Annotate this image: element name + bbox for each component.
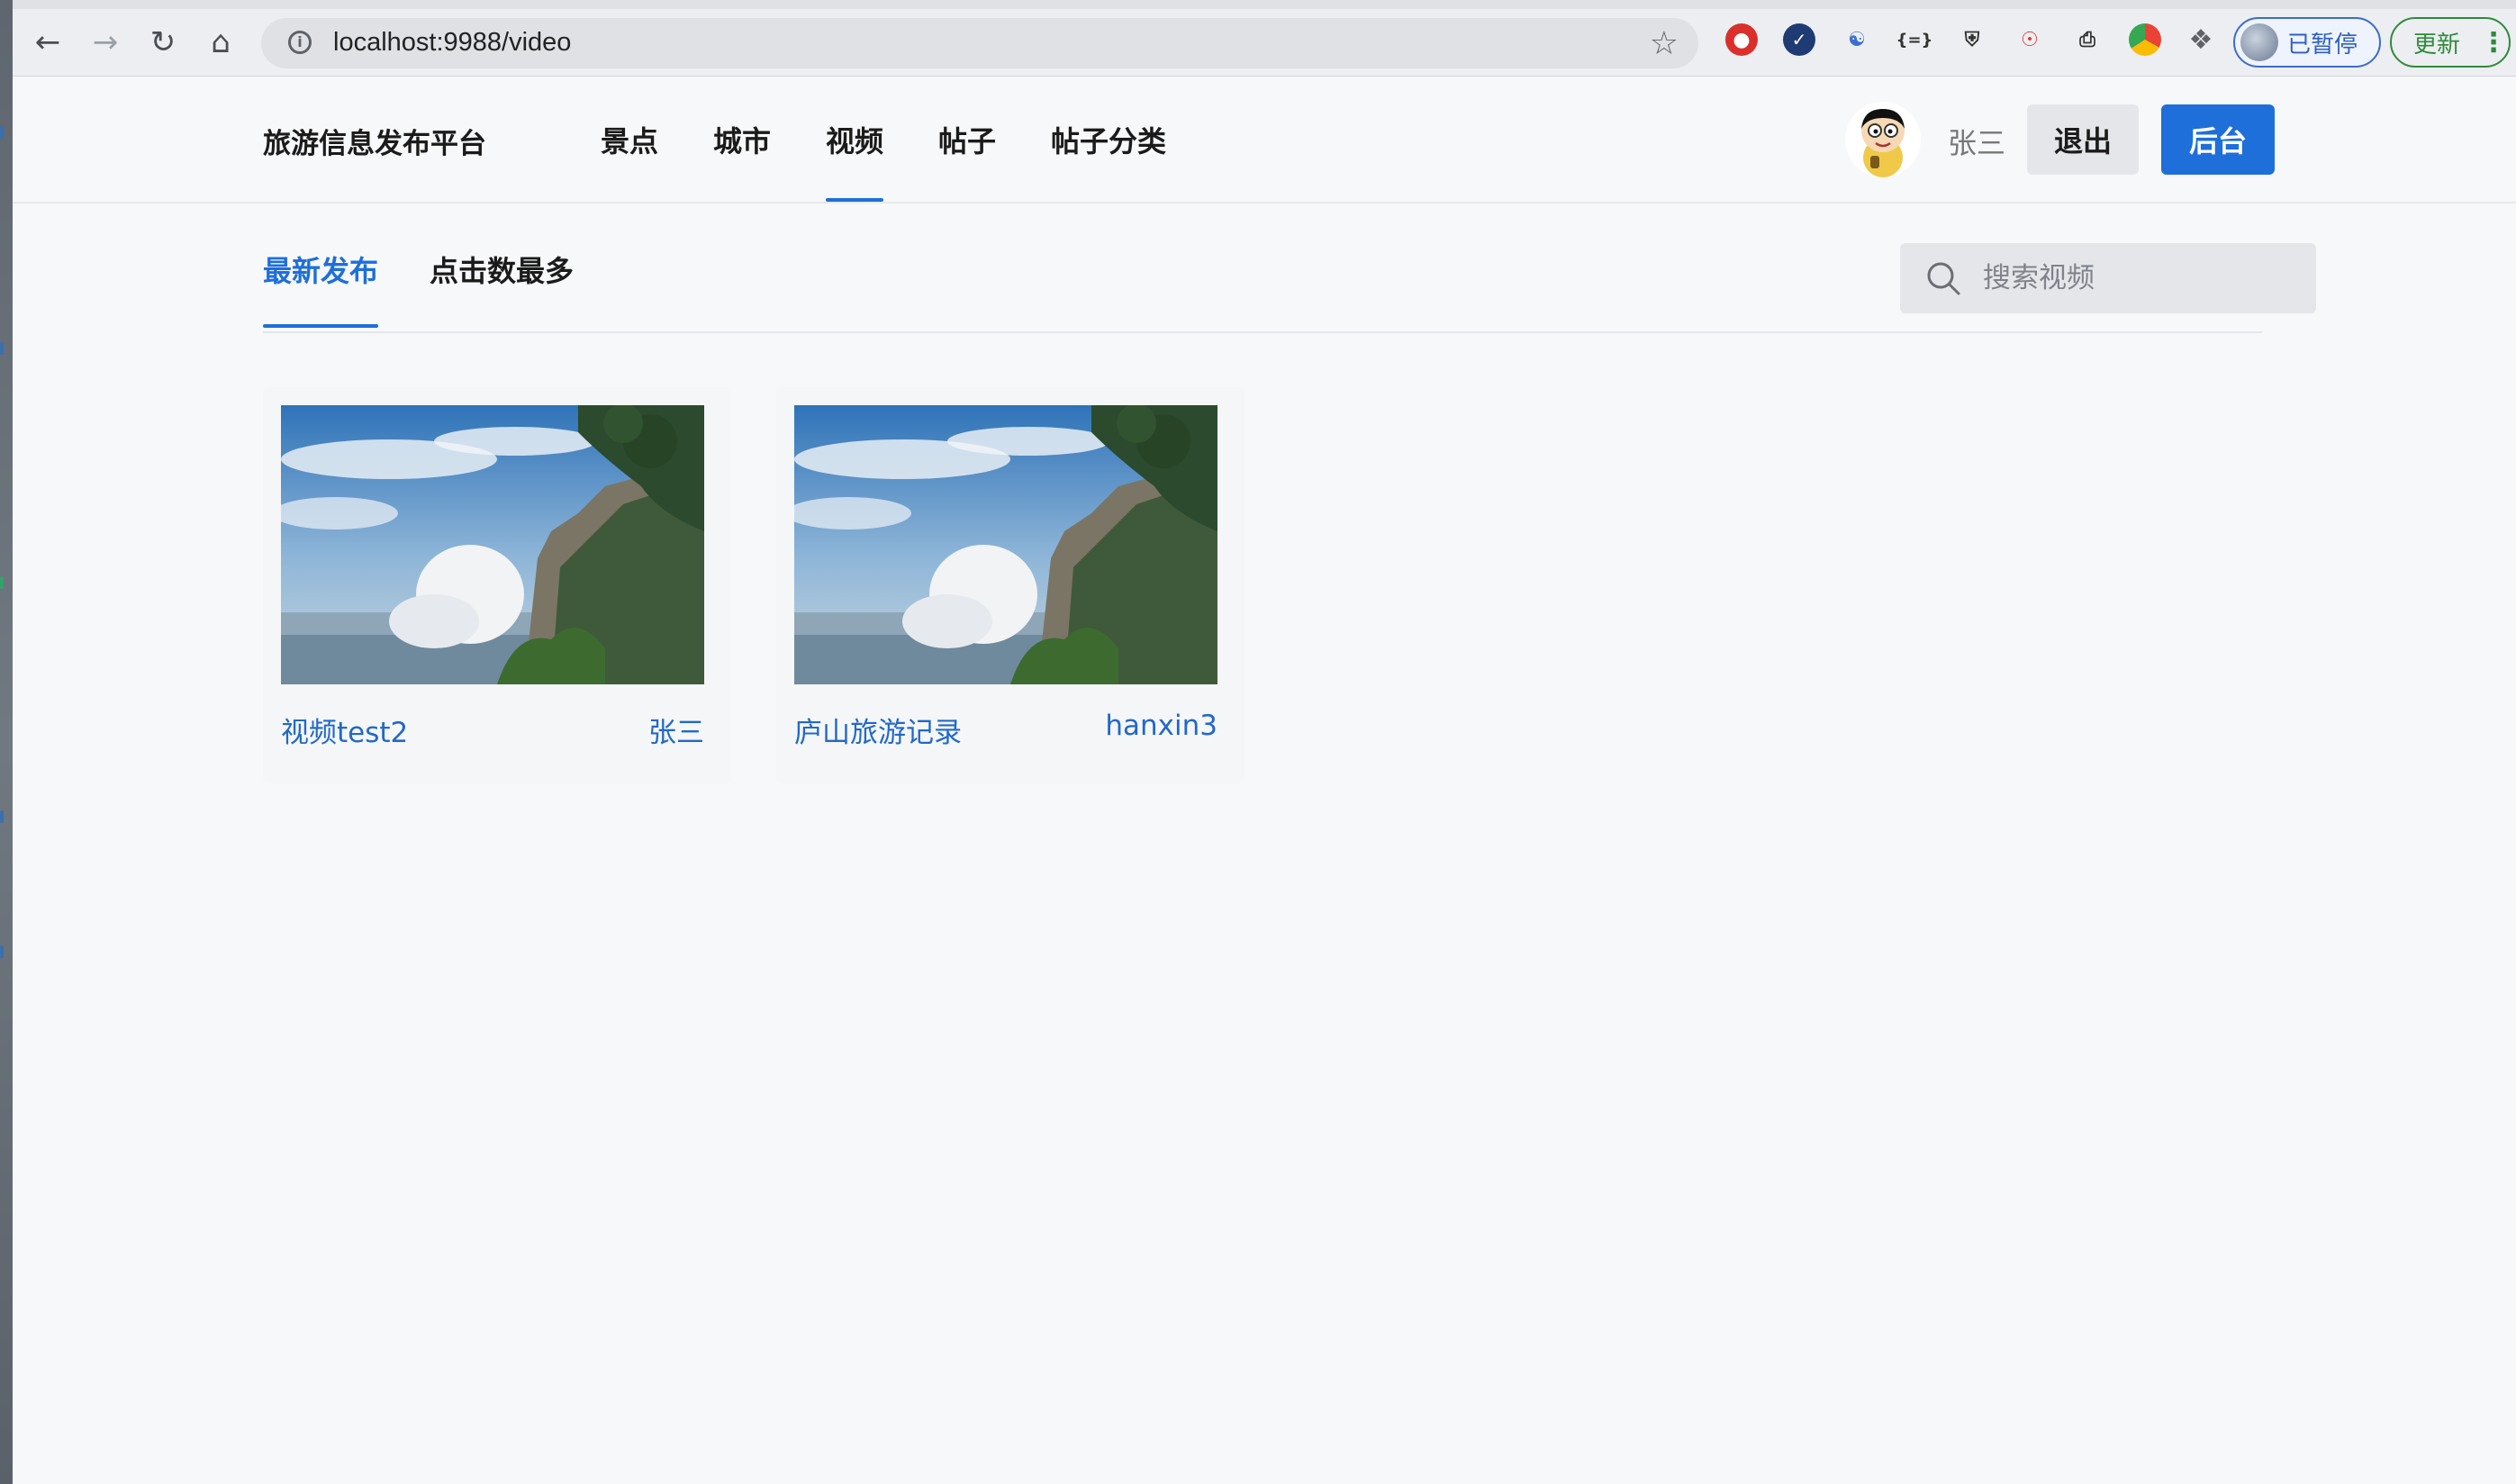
- profile-paused-label: 已暂停: [2287, 31, 2358, 59]
- update-label: 更新: [2413, 31, 2461, 59]
- update-button[interactable]: 更新 ⋮: [2390, 17, 2511, 68]
- nav-item-post-categories[interactable]: 帖子分类: [1051, 119, 1166, 160]
- search-icon: [1927, 262, 1960, 295]
- desktop-edge: [0, 0, 13, 1484]
- forward-icon[interactable]: →: [83, 20, 128, 65]
- browser-toolbar: ← → ↻ ⌂ i localhost:9988/video ☆ ● ✓ ☯ {…: [13, 0, 2516, 77]
- bookmark-star-icon[interactable]: ☆: [1650, 25, 1679, 62]
- video-thumbnail[interactable]: [794, 405, 1217, 684]
- nav-item-posts[interactable]: 帖子: [938, 119, 996, 160]
- video-card[interactable]: 视频test2 张三: [263, 387, 731, 783]
- sitemap-icon[interactable]: ☉: [2014, 23, 2046, 56]
- check-icon[interactable]: ✓: [1783, 23, 1815, 56]
- shield-icon[interactable]: ⛨: [1956, 23, 1988, 56]
- puzzle-icon[interactable]: ❖: [2185, 23, 2217, 56]
- video-author[interactable]: hanxin3: [1105, 710, 1217, 742]
- tabs-divider: [263, 331, 2262, 333]
- video-title[interactable]: 视频test2: [281, 710, 408, 750]
- search-input[interactable]: [1900, 243, 2316, 313]
- chrome-icon[interactable]: [2129, 23, 2161, 56]
- nav-item-cities[interactable]: 城市: [713, 119, 771, 160]
- nav-item-videos[interactable]: 视频: [826, 119, 884, 202]
- nav-item-spots[interactable]: 景点: [601, 119, 658, 160]
- back-icon[interactable]: ←: [25, 20, 70, 65]
- profile-avatar: [2240, 23, 2278, 61]
- brand-title[interactable]: 旅游信息发布平台: [263, 121, 486, 161]
- reload-icon[interactable]: ↻: [140, 20, 186, 65]
- ublock-icon[interactable]: ●: [1725, 23, 1758, 56]
- address-bar[interactable]: i localhost:9988/video ☆: [261, 18, 1698, 68]
- site-header: 旅游信息发布平台 景点 城市 视频 帖子 帖子分类 张三 退出 后台: [13, 77, 2516, 204]
- video-thumbnail[interactable]: [281, 405, 704, 684]
- video-title[interactable]: 庐山旅游记录: [794, 710, 962, 750]
- url-text: localhost:9988/video: [333, 28, 572, 57]
- video-card[interactable]: 庐山旅游记录 hanxin3: [776, 387, 1244, 783]
- more-menu-icon[interactable]: ⋮: [2480, 27, 2507, 59]
- home-icon[interactable]: ⌂: [198, 20, 243, 65]
- translate-icon[interactable]: ☯: [1841, 23, 1873, 56]
- logout-button[interactable]: 退出: [2027, 104, 2139, 175]
- profile-paused-button[interactable]: 已暂停: [2233, 17, 2381, 68]
- video-author[interactable]: 张三: [648, 710, 704, 750]
- tab-most-clicked[interactable]: 点击数最多: [430, 249, 574, 290]
- admin-button[interactable]: 后台: [2161, 104, 2275, 175]
- tab-latest[interactable]: 最新发布: [263, 249, 379, 328]
- username: 张三: [1948, 126, 2006, 160]
- site-info-icon[interactable]: i: [288, 31, 312, 54]
- json-icon[interactable]: {=}: [1896, 23, 1933, 56]
- avatar[interactable]: [1845, 102, 1921, 177]
- clipboard-icon[interactable]: ⎙: [2071, 23, 2104, 56]
